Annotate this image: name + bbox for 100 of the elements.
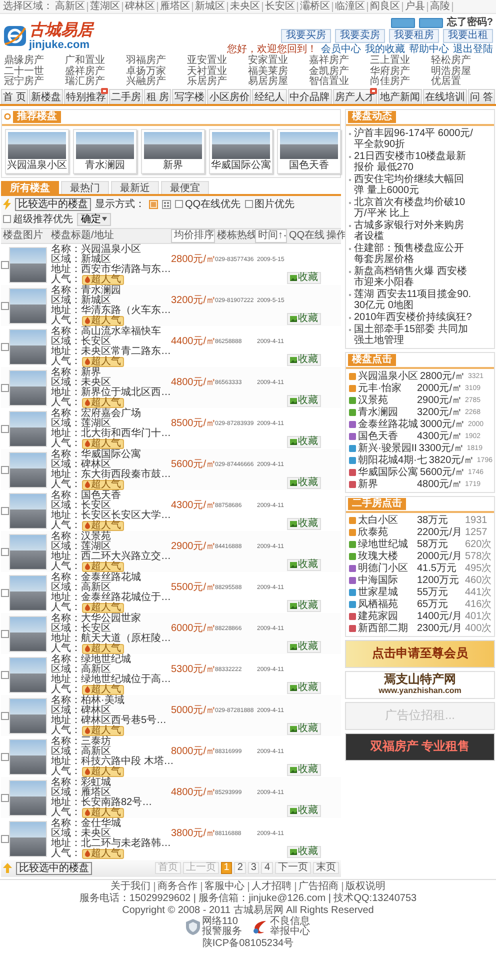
favorite-button[interactable]: 收藏 (287, 764, 321, 776)
listing-tab[interactable]: 最热门 (61, 180, 109, 194)
checkbox[interactable] (1, 712, 9, 720)
member-link[interactable]: 退出登陆 (453, 44, 493, 55)
favorite-button[interactable]: 收藏 (287, 518, 321, 530)
news-link[interactable]: 莲湖 西安去11项目揽金90.30亿元 0地图 (354, 288, 473, 310)
nav-tab[interactable]: 经纪人 (252, 88, 287, 104)
property-link[interactable]: 国色天香 (358, 430, 415, 442)
footer-link[interactable]: 关于我们 (108, 882, 154, 892)
region-link[interactable]: 雁塔区 (158, 2, 193, 12)
checkbox[interactable] (1, 466, 9, 474)
listing-tab[interactable]: 最便宜 (161, 180, 209, 194)
ad-banner[interactable]: 点击申请至尊会员 (345, 640, 495, 668)
member-link[interactable]: 会员中心 (321, 44, 361, 55)
compare-button[interactable]: 比较选中的楼盘 (15, 198, 91, 210)
agency-link[interactable]: 嘉祥房产 (309, 56, 370, 66)
name-text[interactable]: 名称：高山流水幸福快车 (51, 326, 171, 336)
ad-banner[interactable]: 焉支山特产网 www.yanzhishan.com (345, 670, 495, 698)
agency-link[interactable]: 二十一世 (4, 66, 65, 77)
checkbox[interactable] (3, 215, 11, 223)
news-link[interactable]: 住建部：预售楼盘应公开每套房屋价格 (354, 242, 473, 264)
region-link[interactable]: 灞桥区 (298, 2, 333, 12)
nav-tab[interactable]: 新楼盘 (28, 88, 64, 104)
agency-link[interactable]: 天衬置业 (187, 66, 248, 77)
news-link[interactable]: 沪首丰园96-174平 6000元/平全款90折 (354, 128, 473, 150)
news-link[interactable]: 21日西安楼市10楼盘最新报价 最低270 (354, 150, 473, 172)
quick-button[interactable]: 我要买房 (281, 29, 331, 43)
listing-tab[interactable]: 最新近 (111, 180, 159, 194)
favorite-button[interactable]: 收藏 (287, 558, 321, 570)
agency-link[interactable]: 三上置业 (370, 56, 431, 66)
agency-link[interactable]: 广和置业 (65, 56, 126, 66)
featured-card[interactable]: 青水澜园 (73, 128, 137, 174)
checkbox[interactable] (1, 834, 9, 842)
member-link[interactable]: 我的收藏 (365, 44, 405, 55)
agency-link[interactable]: 福美莱房 (248, 66, 309, 77)
region-link[interactable]: 长安区 (263, 2, 298, 12)
confirm-button[interactable]: 确定 (77, 212, 111, 226)
footer-link[interactable]: 客服中心 (202, 882, 248, 892)
quick-button[interactable]: 我要卖房 (335, 29, 385, 43)
name-text[interactable]: 名称：新界 (51, 368, 171, 378)
footer-link[interactable]: 版权说明 (342, 882, 388, 892)
region-link[interactable]: 高陵 (428, 2, 453, 12)
favorite-button[interactable]: 收藏 (287, 722, 321, 734)
favorite-button[interactable]: 收藏 (287, 846, 321, 858)
name-text[interactable]: 名称：华威国际公寓 (51, 450, 171, 460)
checkbox[interactable] (175, 200, 183, 208)
quick-button[interactable]: 我要租房 (389, 29, 439, 43)
name-text[interactable]: 名称：兴园温泉小区 (51, 244, 171, 254)
checkbox[interactable] (1, 260, 9, 268)
property-link[interactable]: 金泰丝路花城 (358, 418, 418, 430)
favorite-button[interactable]: 收藏 (287, 640, 321, 652)
agency-link[interactable]: 优居置 (431, 77, 492, 88)
name-text[interactable]: 名称：汉景苑 (51, 532, 171, 542)
property-link[interactable]: 新兴·骏景园II (358, 442, 417, 454)
property-link[interactable]: 青水澜园 (358, 406, 415, 418)
favorite-button[interactable]: 收藏 (287, 682, 321, 694)
agency-link[interactable]: 兴融房产 (126, 77, 187, 88)
checkbox[interactable] (1, 424, 9, 432)
compare-button[interactable]: 比较选中的楼盘 (16, 862, 92, 874)
region-link[interactable]: 未央区 (228, 2, 263, 12)
member-link[interactable]: 帮助中心 (409, 44, 449, 55)
agency-link[interactable]: 金凯房产 (309, 66, 370, 77)
name-text[interactable]: 名称：国色天香 (51, 490, 171, 500)
property-link[interactable]: 兴园温泉小区 (358, 370, 418, 382)
name-text[interactable]: 名称：柏林·美域 (51, 696, 171, 706)
region-link[interactable]: 户县 (403, 2, 428, 12)
footer-link[interactable]: 商务合作 (154, 882, 202, 892)
property-link[interactable]: 凤栖福苑 (358, 598, 415, 610)
name-text[interactable]: 名称：彩虹城 (51, 778, 171, 788)
favorite-button[interactable]: 收藏 (287, 476, 321, 488)
agency-link[interactable]: 智信置业 (309, 77, 370, 88)
agency-link[interactable]: 轻松房产 (431, 56, 492, 66)
name-text[interactable]: 名称：金泰丝路花城 (51, 572, 171, 582)
agency-link[interactable]: 尚佳房产 (370, 77, 431, 88)
region-link[interactable]: 新城区 (193, 2, 228, 12)
page-button[interactable]: 2 (234, 862, 246, 874)
nav-tab[interactable]: 首 页 (1, 88, 28, 104)
checkbox[interactable] (1, 752, 9, 760)
page-button[interactable]: 3 (248, 862, 260, 874)
property-link[interactable]: 建苑家园 (358, 610, 415, 622)
region-link[interactable]: 阎良区 (368, 2, 403, 12)
footer-link[interactable]: 人才招聘 (248, 882, 296, 892)
column-header[interactable]: 时间↑ (255, 228, 287, 242)
checkbox[interactable] (244, 200, 253, 208)
featured-card[interactable]: 新界 (141, 128, 205, 174)
news-link[interactable]: 2010年西安楼价持续疯狂? (354, 312, 472, 322)
property-link[interactable]: 华威国际公寓 (358, 466, 418, 478)
agency-link[interactable]: 卓扬万家 (126, 66, 187, 77)
forgot-password-link[interactable]: 忘了密码? (446, 17, 493, 28)
page-button[interactable]: 下一页 (275, 862, 311, 874)
nav-tab[interactable]: 二手房 (109, 88, 144, 104)
login-button[interactable] (390, 18, 415, 28)
column-header[interactable]: 均价排序 (171, 228, 215, 242)
favorite-button[interactable]: 收藏 (287, 600, 321, 612)
name-text[interactable]: 名称：青水澜园 (51, 286, 171, 296)
checkbox[interactable] (1, 548, 9, 556)
footer-link[interactable]: 广告招商 (296, 882, 342, 892)
agency-link[interactable]: 华府房产 (370, 66, 431, 77)
name-text[interactable]: 名称：金仕华城 (51, 818, 171, 828)
agency-link[interactable]: 易居房屋 (248, 77, 309, 88)
